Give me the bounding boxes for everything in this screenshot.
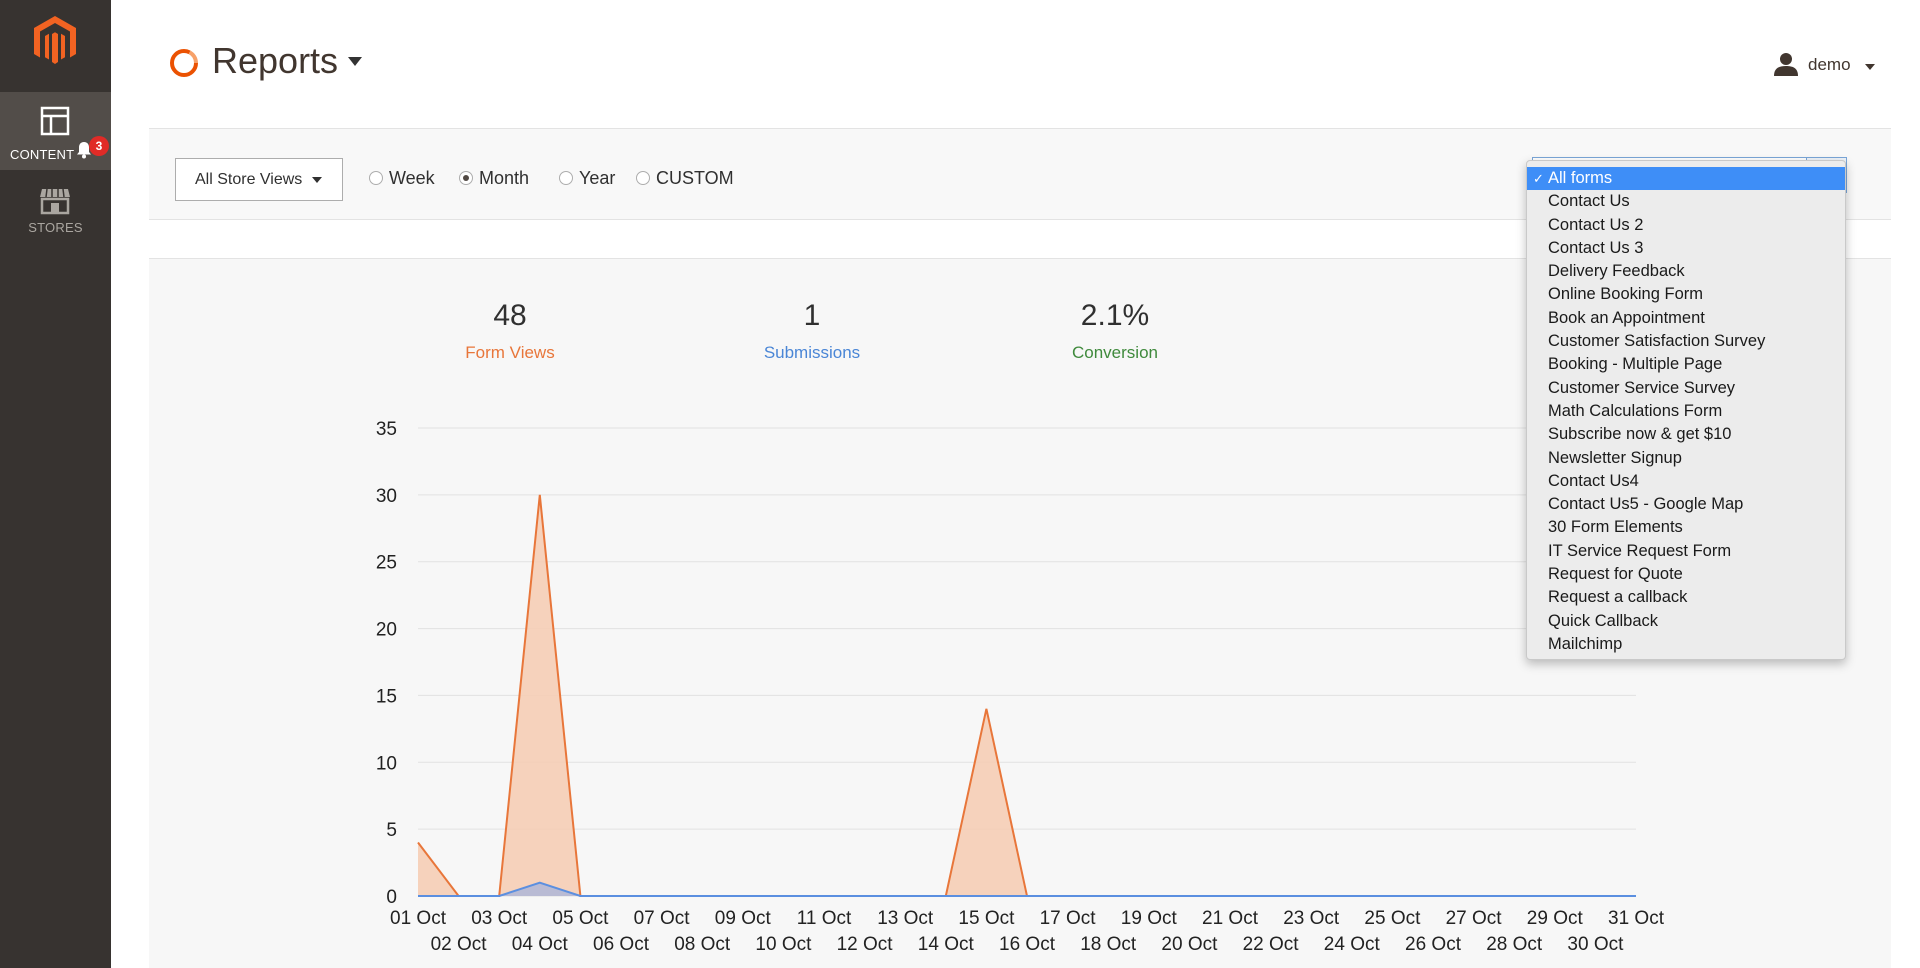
form-option[interactable]: Quick Callback — [1527, 610, 1845, 633]
page-title[interactable]: Reports — [212, 40, 338, 82]
reports-icon — [170, 49, 198, 77]
form-select-dropdown[interactable]: ✓ All forms Contact Us Contact Us 2 Contact … — [1526, 160, 1846, 660]
form-option-label: Contact Us 3 — [1548, 238, 1644, 257]
form-option-label: All forms — [1548, 169, 1613, 187]
admin-sidebar: CONTENT 3 STORES — [0, 0, 111, 968]
form-option[interactable]: Contact Us4 — [1527, 470, 1845, 493]
form-views-label: Form Views — [465, 343, 555, 362]
radio-label: Week — [389, 168, 435, 188]
form-option-label: Request a callback — [1548, 588, 1688, 607]
user-icon[interactable] — [1773, 52, 1799, 76]
notification-badge[interactable]: 3 — [89, 136, 109, 156]
radio-button[interactable] — [369, 171, 383, 185]
form-option[interactable]: Customer Satisfaction Survey — [1527, 330, 1845, 353]
form-option[interactable]: ✓ All forms — [1527, 167, 1845, 191]
form-option[interactable]: Mailchimp — [1527, 633, 1845, 656]
form-option-label: Online Booking Form — [1548, 285, 1703, 304]
form-option[interactable]: Newsletter Signup — [1527, 447, 1845, 470]
chevron-down-icon[interactable] — [1865, 64, 1875, 70]
form-option[interactable]: Online Booking Form — [1527, 283, 1845, 306]
form-option[interactable]: Request a callback — [1527, 586, 1845, 609]
sidebar-item-content[interactable]: CONTENT 3 — [0, 92, 111, 170]
form-option[interactable]: Contact Us 2 — [1527, 214, 1845, 237]
store-view-select[interactable]: All Store Views — [175, 158, 343, 201]
form-views-value: 48 — [493, 299, 527, 332]
form-option[interactable]: Delivery Feedback — [1527, 260, 1845, 283]
form-option-label: Contact Us5 - Google Map — [1548, 495, 1744, 514]
form-option[interactable]: 30 Form Elements — [1527, 516, 1845, 539]
form-option-label: Math Calculations Form — [1548, 401, 1723, 420]
form-option-label: Delivery Feedback — [1548, 262, 1685, 281]
form-option-label: Customer Service Survey — [1548, 378, 1736, 397]
form-option[interactable]: Contact Us — [1527, 190, 1845, 213]
form-option-label: Subscribe now & get $10 — [1548, 425, 1732, 444]
form-option-label: Contact Us 2 — [1548, 215, 1644, 234]
magento-logo-icon[interactable] — [31, 14, 79, 66]
form-option[interactable]: Booking - Multiple Page — [1527, 353, 1845, 376]
form-option[interactable]: Customer Service Survey — [1527, 377, 1845, 400]
form-option[interactable]: Book an Appointment — [1527, 307, 1845, 330]
chevron-down-icon — [312, 177, 322, 183]
form-option-label: Newsletter Signup — [1548, 448, 1682, 467]
form-option-label: Request for Quote — [1548, 565, 1683, 584]
conversion-label: Conversion — [1072, 343, 1158, 362]
chevron-down-icon[interactable] — [348, 57, 362, 66]
form-option-label: Contact Us4 — [1548, 471, 1639, 490]
layout-icon — [40, 106, 70, 136]
form-option[interactable]: Contact Us5 - Google Map — [1527, 493, 1845, 516]
form-option-label: Mailchimp — [1548, 634, 1623, 653]
radio-button[interactable] — [559, 171, 573, 185]
form-option-label: Contact Us — [1548, 192, 1630, 211]
form-option-label: Quick Callback — [1548, 611, 1659, 630]
form-option-label: Book an Appointment — [1548, 308, 1705, 327]
check-icon: ✓ — [1533, 171, 1544, 186]
form-option-label: Customer Satisfaction Survey — [1548, 332, 1766, 351]
radio-button[interactable] — [636, 171, 650, 185]
form-option-label: Booking - Multiple Page — [1548, 355, 1723, 374]
form-option[interactable]: IT Service Request Form — [1527, 540, 1845, 563]
submissions-label: Submissions — [763, 343, 861, 362]
store-view-value: All Store Views — [195, 171, 303, 188]
form-option[interactable]: Math Calculations Form — [1527, 400, 1845, 423]
sidebar-item-stores[interactable]: STORES — [0, 170, 111, 248]
store-icon — [40, 188, 70, 215]
radio-label: Month — [479, 168, 530, 188]
submissions-value: 1 — [803, 299, 821, 332]
form-option[interactable]: Subscribe now & get $10 — [1527, 423, 1845, 446]
form-option[interactable]: Request for Quote — [1527, 563, 1845, 586]
form-option-label: 30 Form Elements — [1548, 518, 1683, 537]
radio-label: CUSTOM — [656, 168, 734, 188]
sidebar-item-label: STORES — [28, 220, 83, 235]
user-menu-name[interactable]: demo — [1808, 55, 1851, 75]
form-option[interactable]: Contact Us 3 — [1527, 237, 1845, 260]
conversion-value: 2.1% — [1080, 299, 1150, 332]
form-option-label: IT Service Request Form — [1548, 541, 1732, 560]
radio-label: Year — [579, 168, 616, 188]
radio-button[interactable] — [459, 171, 473, 185]
